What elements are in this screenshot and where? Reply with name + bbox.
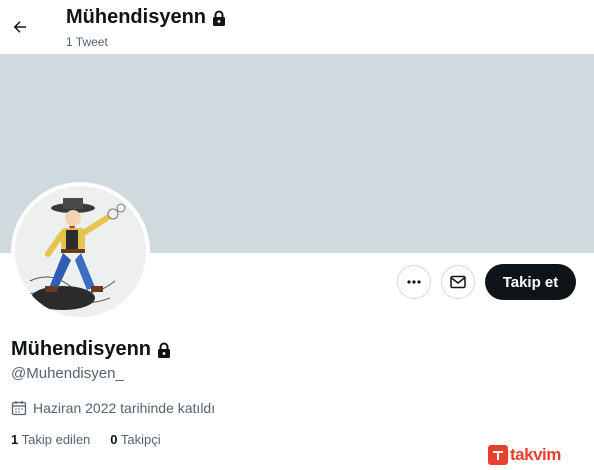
following-stat[interactable]: 1 Takip edilen: [11, 432, 90, 447]
avatar-drawing: [15, 186, 146, 317]
back-button[interactable]: [6, 13, 34, 41]
header-title: Mühendisyenn: [66, 6, 226, 29]
lock-icon: [158, 342, 171, 358]
display-name: Mühendisyenn: [11, 338, 152, 360]
lock-icon: [213, 10, 226, 26]
watermark-logo: takvim: [488, 444, 588, 466]
top-bar: Mühendisyenn 1 Tweet: [0, 0, 594, 54]
joined-date: Haziran 2022 tarihinde katıldı: [11, 400, 215, 416]
watermark-text: takvim: [510, 445, 561, 464]
joined-text: Haziran 2022 tarihinde katıldı: [33, 400, 216, 416]
tweet-count: 1 Tweet: [66, 35, 108, 49]
header-name: Mühendisyenn: [66, 6, 207, 28]
arrow-left-icon: [13, 21, 26, 33]
follow-stats: 1 Takip edilen 0 Takipçi: [11, 432, 161, 447]
following-count: 1: [11, 432, 19, 447]
watermark-mark: [488, 445, 508, 465]
more-button[interactable]: [397, 265, 431, 299]
followers-count: 0: [110, 432, 118, 447]
follow-button[interactable]: Takip et: [485, 264, 576, 300]
following-label: Takip edilen: [21, 432, 91, 447]
followers-stat[interactable]: 0 Takipçi: [110, 432, 160, 447]
more-horizontal-icon: [407, 280, 421, 284]
calendar-icon: [11, 401, 27, 416]
envelope-icon: [450, 275, 466, 289]
followers-label: Takipçi: [120, 432, 161, 447]
profile-name: Mühendisyenn: [11, 338, 171, 361]
avatar[interactable]: [11, 182, 150, 321]
message-button[interactable]: [441, 265, 475, 299]
profile-handle: @Muhendisyen_: [11, 365, 124, 382]
avatar-image: [15, 186, 146, 317]
